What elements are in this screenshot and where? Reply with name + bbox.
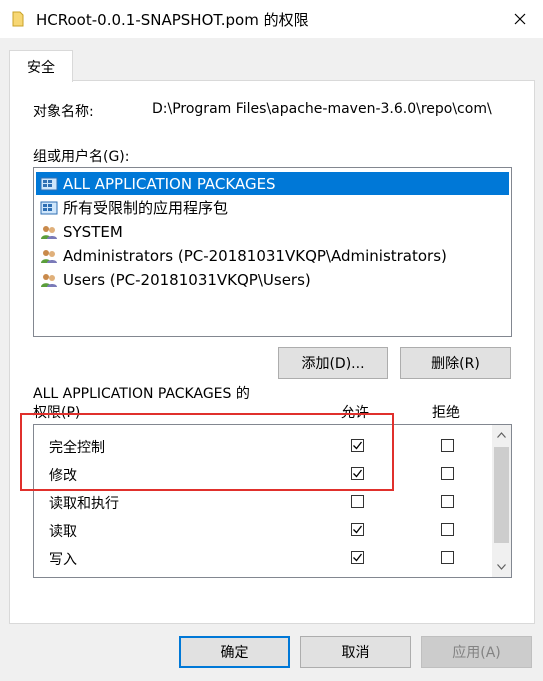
scrollbar[interactable] (492, 425, 511, 577)
add-button[interactable]: 添加(D)... (278, 347, 388, 379)
allow-checkbox[interactable] (351, 495, 364, 508)
users-icon (39, 223, 59, 241)
permissions-title: ALL APPLICATION PACKAGES 的 (33, 386, 250, 402)
list-item-label: 所有受限制的应用程序包 (63, 199, 229, 217)
permission-row: 修改 (34, 460, 492, 488)
cancel-button[interactable]: 取消 (300, 636, 411, 668)
permission-row: 读取 (34, 516, 492, 544)
permission-row: 读取和执行 (34, 488, 492, 516)
file-icon (12, 11, 24, 27)
scroll-down-icon[interactable] (492, 557, 511, 577)
scrollbar-thumb[interactable] (494, 447, 509, 543)
title-bar: HCRoot-0.0.1-SNAPSHOT.pom 的权限 (0, 0, 543, 38)
apply-button[interactable]: 应用(A) (421, 636, 532, 668)
allow-checkbox[interactable] (351, 467, 364, 480)
close-button[interactable] (497, 0, 543, 38)
deny-column-header: 拒绝 (432, 405, 460, 421)
close-icon (514, 13, 526, 25)
permission-row: 写入 (34, 544, 492, 572)
scroll-up-icon[interactable] (492, 425, 511, 445)
deny-checkbox[interactable] (441, 467, 454, 480)
allow-checkbox[interactable] (351, 523, 364, 536)
list-item[interactable]: Users (PC-20181031VKQP\Users) (36, 268, 509, 291)
allow-checkbox[interactable] (351, 439, 364, 452)
list-item-label: Administrators (PC-20181031VKQP\Administ… (63, 246, 447, 265)
allow-column-header: 允许 (341, 405, 369, 421)
list-item[interactable]: Administrators (PC-20181031VKQP\Administ… (36, 244, 509, 267)
deny-checkbox[interactable] (441, 439, 454, 452)
deny-checkbox[interactable] (441, 495, 454, 508)
deny-checkbox[interactable] (441, 551, 454, 564)
permission-name: 读取和执行 (49, 496, 119, 512)
permission-row: 完全控制 (34, 432, 492, 460)
users-icon (39, 247, 59, 265)
permissions-list: 完全控制 修改 读取和执行 读取 写入 (33, 424, 512, 578)
permission-name: 修改 (49, 468, 77, 484)
users-list[interactable]: ALL APPLICATION PACKAGES 所有受限制的应用程序包 SYS… (33, 167, 512, 337)
window-title: HCRoot-0.0.1-SNAPSHOT.pom 的权限 (36, 11, 309, 29)
object-name-label: 对象名称: (33, 104, 94, 120)
app-package-icon (39, 199, 59, 217)
list-item-label: ALL APPLICATION PACKAGES (63, 174, 276, 193)
app-package-icon (39, 175, 59, 193)
deny-checkbox[interactable] (441, 523, 454, 536)
allow-checkbox[interactable] (351, 551, 364, 564)
permission-row-partial (34, 572, 492, 577)
list-item[interactable]: SYSTEM (36, 220, 509, 243)
list-item[interactable]: ALL APPLICATION PACKAGES (36, 172, 509, 195)
list-item[interactable]: 所有受限制的应用程序包 (36, 196, 509, 219)
permission-name: 完全控制 (49, 440, 105, 456)
permission-name: 读取 (49, 524, 77, 540)
list-item-label: SYSTEM (63, 222, 123, 241)
object-name-value: D:\Program Files\apache-maven-3.6.0\repo… (152, 101, 492, 117)
users-icon (39, 271, 59, 289)
permission-name: 写入 (49, 552, 77, 568)
remove-button[interactable]: 删除(R) (400, 347, 511, 379)
groups-label: 组或用户名(G): (33, 149, 130, 165)
permissions-label: 权限(P) (33, 405, 81, 421)
list-item-label: Users (PC-20181031VKQP\Users) (63, 270, 311, 289)
tab-security[interactable]: 安全 (9, 50, 73, 82)
ok-button[interactable]: 确定 (179, 636, 290, 668)
